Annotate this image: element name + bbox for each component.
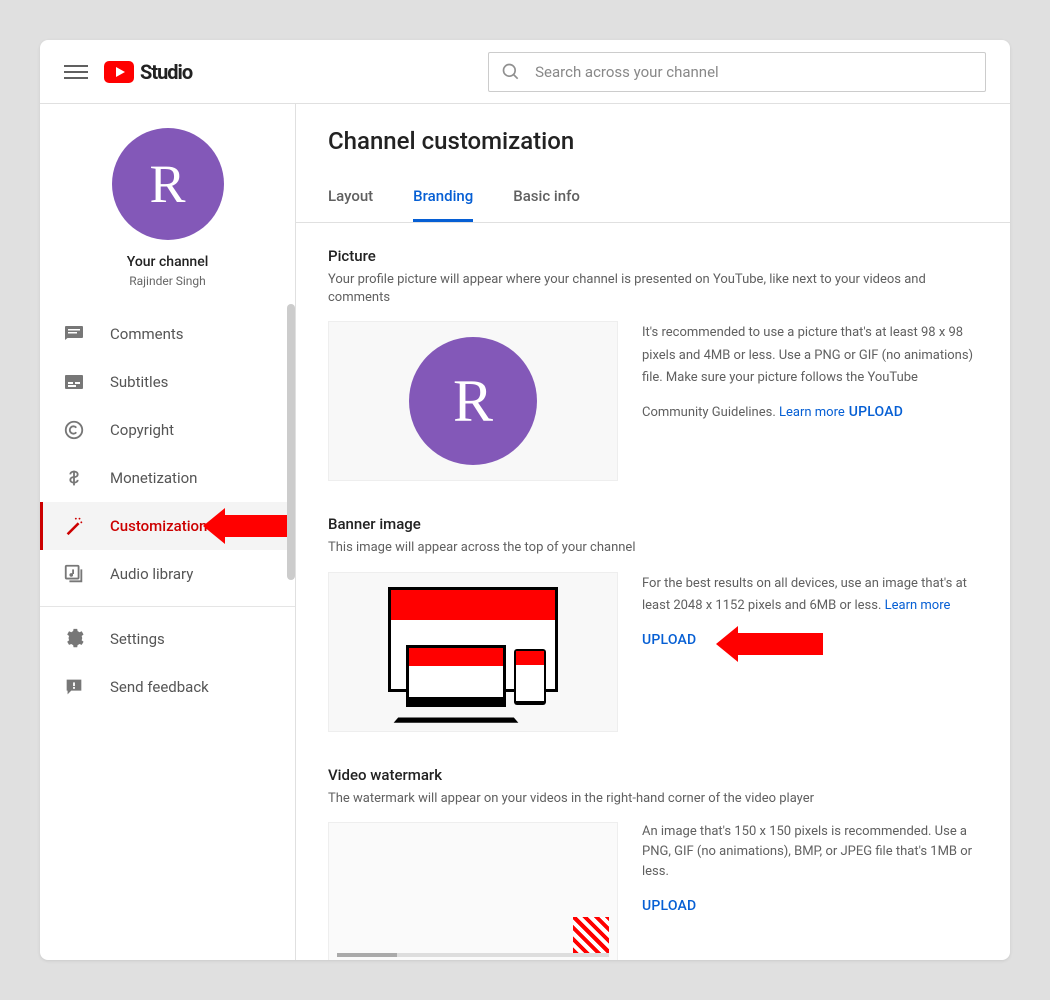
page-header: Channel customization [296,104,1010,173]
learn-more-link[interactable]: Learn more [885,598,951,613]
main: Channel customization Layout Branding Ba… [296,104,1010,960]
section-title: Video watermark [328,766,978,784]
banner-hint-block: For the best results on all devices, use… [642,572,978,648]
scrollbar[interactable] [287,304,295,580]
section-desc: This image will appear across the top of… [328,539,978,557]
search-box[interactable] [488,52,986,92]
dollar-icon [62,466,86,490]
upload-banner-button[interactable]: UPLOAD [642,632,696,648]
hint-text: An image that's 150 x 150 pixels is reco… [642,822,978,882]
app-window: Studio R Your channel Rajinder Singh [40,40,1010,960]
gear-icon [62,627,86,651]
section-title: Banner image [328,515,978,533]
sidebar-item-label: Comments [110,325,184,343]
learn-more-link[interactable]: Learn more [779,405,845,420]
channel-block: R Your channel Rajinder Singh [40,104,295,304]
your-channel-label: Your channel [127,254,209,270]
upload-picture-button[interactable]: UPLOAD [849,404,903,420]
search-icon [501,62,521,82]
section-picture: Picture Your profile picture will appear… [328,247,978,481]
watermark-preview: ▶ ▶| 🔊 ⚙ ▭ ⛶ [328,822,618,960]
sidebar-item-label: Subtitles [110,373,168,391]
nav-footer-list: Settings Send feedback [40,609,295,717]
copyright-icon [62,418,86,442]
tab-basic-info[interactable]: Basic info [513,173,580,222]
tabs: Layout Branding Basic info [296,173,1010,223]
watermark-hint-block: An image that's 150 x 150 pixels is reco… [642,822,978,914]
avatar[interactable]: R [112,128,224,240]
content: Picture Your profile picture will appear… [296,223,1010,960]
channel-owner-name: Rajinder Singh [129,274,206,288]
brand-name: Studio [140,60,192,84]
sidebar-item-settings[interactable]: Settings [40,615,295,663]
feedback-icon [62,675,86,699]
sidebar-item-monetization[interactable]: Monetization [40,454,295,502]
avatar-letter: R [149,153,185,215]
section-desc: The watermark will appear on your videos… [328,790,978,808]
sidebar: R Your channel Rajinder Singh Comments S… [40,104,296,960]
youtube-play-icon [104,61,134,83]
sidebar-item-label: Audio library [110,565,193,583]
wand-icon [62,514,86,538]
devices-illustration [388,587,558,717]
sidebar-item-label: Copyright [110,421,174,439]
body: R Your channel Rajinder Singh Comments S… [40,104,1010,960]
search-input[interactable] [535,63,973,81]
section-desc: Your profile picture will appear where y… [328,271,978,307]
tab-branding[interactable]: Branding [413,173,473,222]
subtitles-icon [62,370,86,394]
picture-hint-block: It's recommended to use a picture that's… [642,321,978,423]
audio-library-icon [62,562,86,586]
sidebar-item-label: Send feedback [110,678,209,696]
comment-icon [62,322,86,346]
sidebar-item-label: Monetization [110,469,197,487]
sidebar-item-comments[interactable]: Comments [40,310,295,358]
topbar: Studio [40,40,1010,104]
watermark-swatch [573,917,609,953]
section-banner: Banner image This image will appear acro… [328,515,978,731]
player-controls: ▶ ▶| 🔊 ⚙ ▭ ⛶ [329,957,617,960]
section-title: Picture [328,247,978,265]
sidebar-item-label: Customization [110,517,207,535]
logo[interactable]: Studio [104,60,192,84]
sidebar-item-label: Settings [110,630,165,648]
banner-preview [328,572,618,732]
annotation-arrow [716,626,823,662]
tab-layout[interactable]: Layout [328,173,373,222]
picture-preview: R [328,321,618,481]
avatar-preview: R [409,337,537,465]
menu-icon[interactable] [64,60,88,84]
sidebar-item-copyright[interactable]: Copyright [40,406,295,454]
section-watermark: Video watermark The watermark will appea… [328,766,978,960]
sidebar-item-subtitles[interactable]: Subtitles [40,358,295,406]
nav-list: Comments Subtitles Copyright [40,304,295,604]
annotation-arrow [203,508,295,544]
sidebar-item-feedback[interactable]: Send feedback [40,663,295,711]
sidebar-divider [40,606,295,607]
page-title: Channel customization [328,127,978,155]
sidebar-item-audio-library[interactable]: Audio library [40,550,295,598]
sidebar-item-customization[interactable]: Customization [40,502,295,550]
avatar-letter: R [453,367,493,436]
upload-watermark-button[interactable]: UPLOAD [642,898,696,914]
